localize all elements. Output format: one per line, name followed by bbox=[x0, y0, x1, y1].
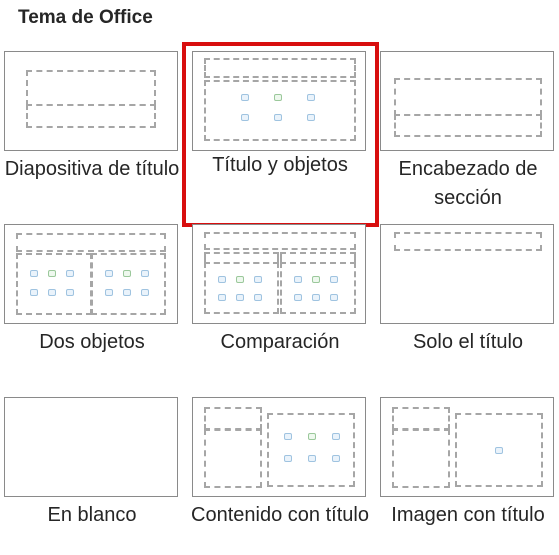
picture-icon bbox=[218, 294, 226, 301]
layout-thumbnail bbox=[380, 397, 554, 497]
layout-thumbnail bbox=[380, 51, 554, 151]
theme-group-title: Tema de Office bbox=[18, 7, 153, 28]
left-content-placeholder bbox=[204, 262, 279, 314]
picture-icon bbox=[30, 289, 38, 296]
layout-thumbnail bbox=[4, 397, 178, 497]
layout-tile-blank[interactable]: En blanco bbox=[4, 397, 180, 555]
table-icon bbox=[105, 270, 113, 277]
title-placeholder bbox=[204, 407, 262, 430]
video-icon bbox=[330, 294, 338, 301]
layout-tile-content-with-caption[interactable]: Contenido con título bbox=[191, 397, 369, 555]
layout-label: Imagen con título bbox=[391, 504, 545, 526]
layout-label: Comparación bbox=[220, 331, 340, 353]
left-content-placeholder bbox=[16, 253, 92, 315]
table-icon bbox=[218, 276, 226, 283]
online-picture-icon bbox=[312, 294, 320, 301]
layout-thumbnail bbox=[4, 224, 178, 324]
layout-tile-title-only[interactable]: Solo el título bbox=[380, 224, 556, 354]
smartart-icon bbox=[66, 270, 74, 277]
picture-icon bbox=[495, 447, 503, 454]
title-placeholder bbox=[26, 70, 156, 106]
text-placeholder bbox=[394, 114, 542, 137]
layout-label: Solo el título bbox=[412, 331, 524, 353]
title-placeholder bbox=[392, 407, 450, 430]
table-icon bbox=[294, 276, 302, 283]
content-icons bbox=[218, 276, 263, 302]
smartart-icon bbox=[330, 276, 338, 283]
content-placeholder bbox=[267, 413, 355, 487]
content-icons bbox=[294, 276, 339, 302]
layout-tile-picture-with-caption[interactable]: Imagen con título bbox=[380, 397, 556, 555]
layout-tile-two-content[interactable]: Dos objetos bbox=[4, 224, 180, 354]
layout-thumbnail bbox=[380, 224, 554, 324]
online-picture-icon bbox=[236, 294, 244, 301]
chart-icon bbox=[123, 270, 131, 277]
picture-icon bbox=[294, 294, 302, 301]
title-placeholder bbox=[394, 232, 542, 251]
smartart-icon bbox=[141, 270, 149, 277]
layout-thumbnail bbox=[192, 224, 366, 324]
layout-label: Encabezado de sección bbox=[398, 158, 538, 209]
content-icons bbox=[284, 433, 341, 463]
online-picture-icon bbox=[308, 455, 316, 462]
video-icon bbox=[66, 289, 74, 296]
content-icons bbox=[105, 270, 150, 297]
video-icon bbox=[332, 455, 340, 462]
layout-tile-title-slide[interactable]: Diapositiva de título bbox=[4, 51, 180, 211]
layout-thumbnail bbox=[192, 397, 366, 497]
text-placeholder bbox=[392, 429, 450, 488]
layout-label: Diapositiva de título bbox=[4, 158, 180, 180]
title-placeholder bbox=[394, 78, 542, 116]
layout-tile-section-header[interactable]: Encabezado de sección bbox=[380, 51, 556, 211]
right-content-placeholder bbox=[280, 262, 356, 314]
layout-tile-comparison[interactable]: Comparación bbox=[192, 224, 368, 354]
smartart-icon bbox=[332, 433, 340, 440]
subtitle-placeholder bbox=[26, 104, 156, 128]
picture-placeholder bbox=[455, 413, 543, 487]
layout-thumbnail bbox=[4, 51, 178, 151]
picture-icon bbox=[284, 455, 292, 462]
layout-label: Dos objetos bbox=[39, 331, 145, 353]
chart-icon bbox=[308, 433, 316, 440]
smartart-icon bbox=[254, 276, 262, 283]
content-icons bbox=[30, 270, 75, 297]
layout-label: Contenido con título bbox=[191, 504, 369, 526]
online-picture-icon bbox=[48, 289, 56, 296]
chart-icon bbox=[312, 276, 320, 283]
layout-label: En blanco bbox=[47, 504, 137, 526]
selected-layout-highlight bbox=[182, 42, 379, 227]
title-placeholder bbox=[204, 232, 356, 250]
video-icon bbox=[141, 289, 149, 296]
online-picture-icon bbox=[123, 289, 131, 296]
table-icon bbox=[284, 433, 292, 440]
text-placeholder bbox=[204, 429, 262, 488]
chart-icon bbox=[236, 276, 244, 283]
picture-icon bbox=[105, 289, 113, 296]
title-placeholder bbox=[16, 233, 166, 252]
table-icon bbox=[30, 270, 38, 277]
chart-icon bbox=[48, 270, 56, 277]
right-content-placeholder bbox=[91, 253, 166, 315]
video-icon bbox=[254, 294, 262, 301]
